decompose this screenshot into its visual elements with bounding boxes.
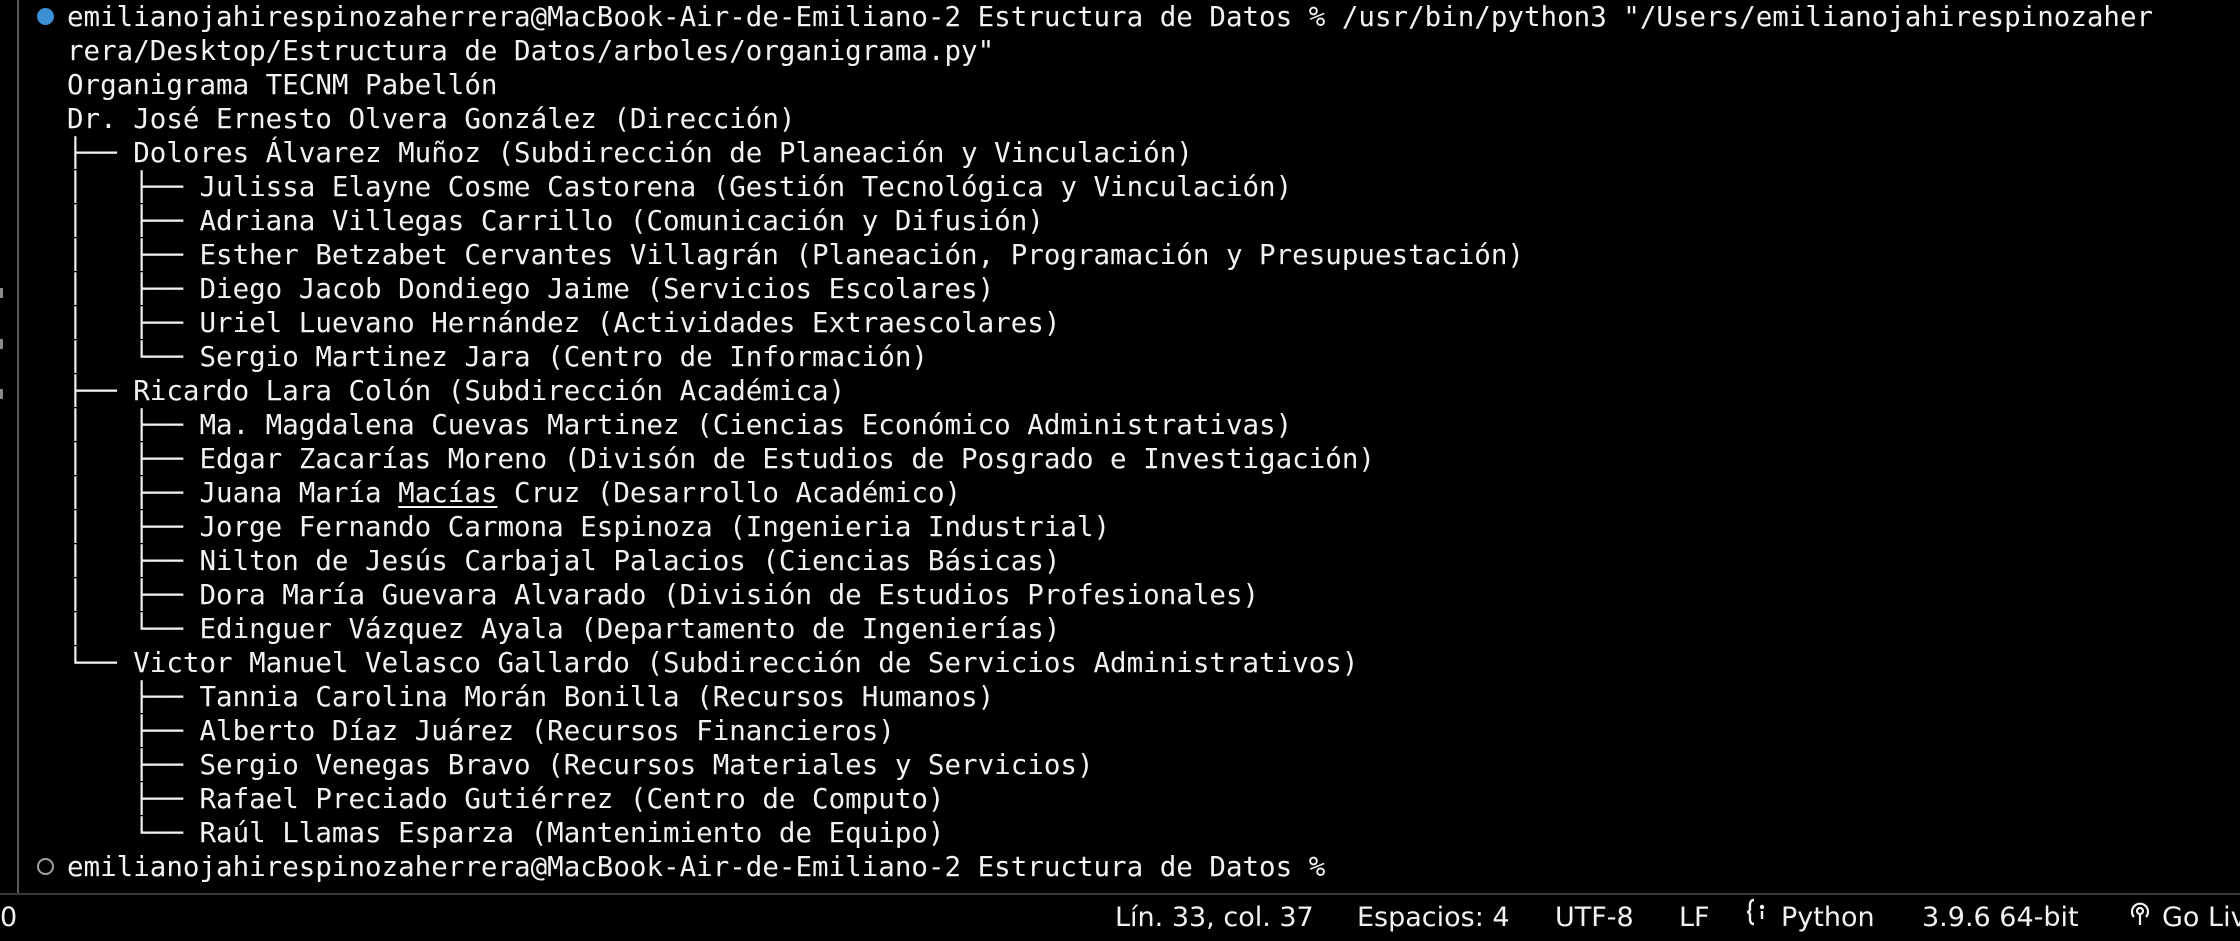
status-go-live[interactable]: Go Live (2126, 895, 2240, 941)
tree-leaf-prefix: │ ├── Juana María (67, 477, 399, 509)
command-line-wrap: rera/Desktop/Estructura de Datos/arboles… (67, 35, 995, 67)
tree-leaf: ├── Alberto Díaz Juárez (Recursos Financ… (67, 715, 895, 747)
status-indentation[interactable]: Espacios: 4 (1357, 895, 1510, 941)
command-success-dot-icon[interactable] (37, 8, 54, 25)
status-language-label: Python (1781, 902, 1875, 933)
terminal-output[interactable]: emilianojahirespinozaherrera@MacBook-Air… (0, 0, 2240, 890)
status-problems-count[interactable]: 0 (0, 895, 17, 941)
status-language[interactable]: Python (1745, 895, 1875, 941)
status-eol[interactable]: LF (1679, 895, 1710, 941)
tree-branch: └── Victor Manuel Velasco Gallardo (Subd… (67, 647, 1359, 679)
tree-leaf: │ ├── Diego Jacob Dondiego Jaime (Servic… (67, 273, 995, 305)
tree-leaf: │ ├── Adriana Villegas Carrillo (Comunic… (67, 205, 1044, 237)
tree-leaf: │ ├── Edgar Zacarías Moreno (Divisón de … (67, 443, 1375, 475)
tree-leaf: │ ├── Uriel Luevano Hernández (Actividad… (67, 307, 1061, 339)
tree-leaf: │ └── Edinguer Vázquez Ayala (Departamen… (67, 613, 1061, 645)
tree-leaf: │ ├── Juana María Macías Cruz (Desarroll… (67, 476, 961, 510)
status-cursor-position[interactable]: Lín. 33, col. 37 (1115, 895, 1314, 941)
tree-leaf: └── Raúl Llamas Esparza (Mantenimiento d… (67, 817, 945, 849)
tree-leaf: │ ├── Nilton de Jesús Carbajal Palacios … (67, 545, 1061, 577)
tree-branch: ├── Ricardo Lara Colón (Subdirección Aca… (67, 375, 846, 407)
braces-icon (1745, 896, 1773, 941)
tree-leaf: │ └── Sergio Martinez Jara (Centro de In… (67, 341, 928, 373)
status-interpreter[interactable]: 3.9.6 64-bit (1922, 895, 2079, 941)
status-encoding[interactable]: UTF-8 (1555, 895, 1634, 941)
tree-leaf: │ ├── Ma. Magdalena Cuevas Martinez (Cie… (67, 409, 1293, 441)
status-bar: 0 Lín. 33, col. 37 Espacios: 4 UTF-8 LF … (0, 893, 2240, 941)
tree-leaf: ├── Tannia Carolina Morán Bonilla (Recur… (67, 681, 995, 713)
output-title: Organigrama TECNM Pabellón (67, 69, 498, 101)
tree-leaf: │ ├── Julissa Elayne Cosme Castorena (Ge… (67, 171, 1293, 203)
tree-root: Dr. José Ernesto Olvera González (Direcc… (67, 103, 796, 135)
tree-leaf: │ ├── Jorge Fernando Carmona Espinoza (I… (67, 511, 1111, 543)
tree-branch: ├── Dolores Álvarez Muñoz (Subdirección … (67, 137, 1193, 169)
tree-leaf: │ ├── Esther Betzabet Cervantes Villagrá… (67, 239, 1524, 271)
tree-leaf: │ ├── Dora María Guevara Alvarado (Divis… (67, 579, 1260, 611)
command-line: emilianojahirespinozaherrera@MacBook-Air… (67, 1, 2154, 33)
command-pending-dot-icon[interactable] (37, 858, 54, 875)
vscode-terminal-window: emilianojahirespinozaherrera@MacBook-Air… (0, 0, 2240, 941)
tree-leaf-suffix: Cruz (Desarrollo Académico) (497, 477, 962, 509)
status-go-live-label: Go Live (2162, 902, 2240, 933)
underlined-word-link[interactable]: Macías (398, 477, 497, 509)
broadcast-icon (2126, 896, 2154, 941)
tree-leaf: ├── Rafael Preciado Gutiérrez (Centro de… (67, 783, 945, 815)
tree-leaf: ├── Sergio Venegas Bravo (Recursos Mater… (67, 749, 1094, 781)
final-prompt[interactable]: emilianojahirespinozaherrera@MacBook-Air… (67, 850, 1325, 884)
